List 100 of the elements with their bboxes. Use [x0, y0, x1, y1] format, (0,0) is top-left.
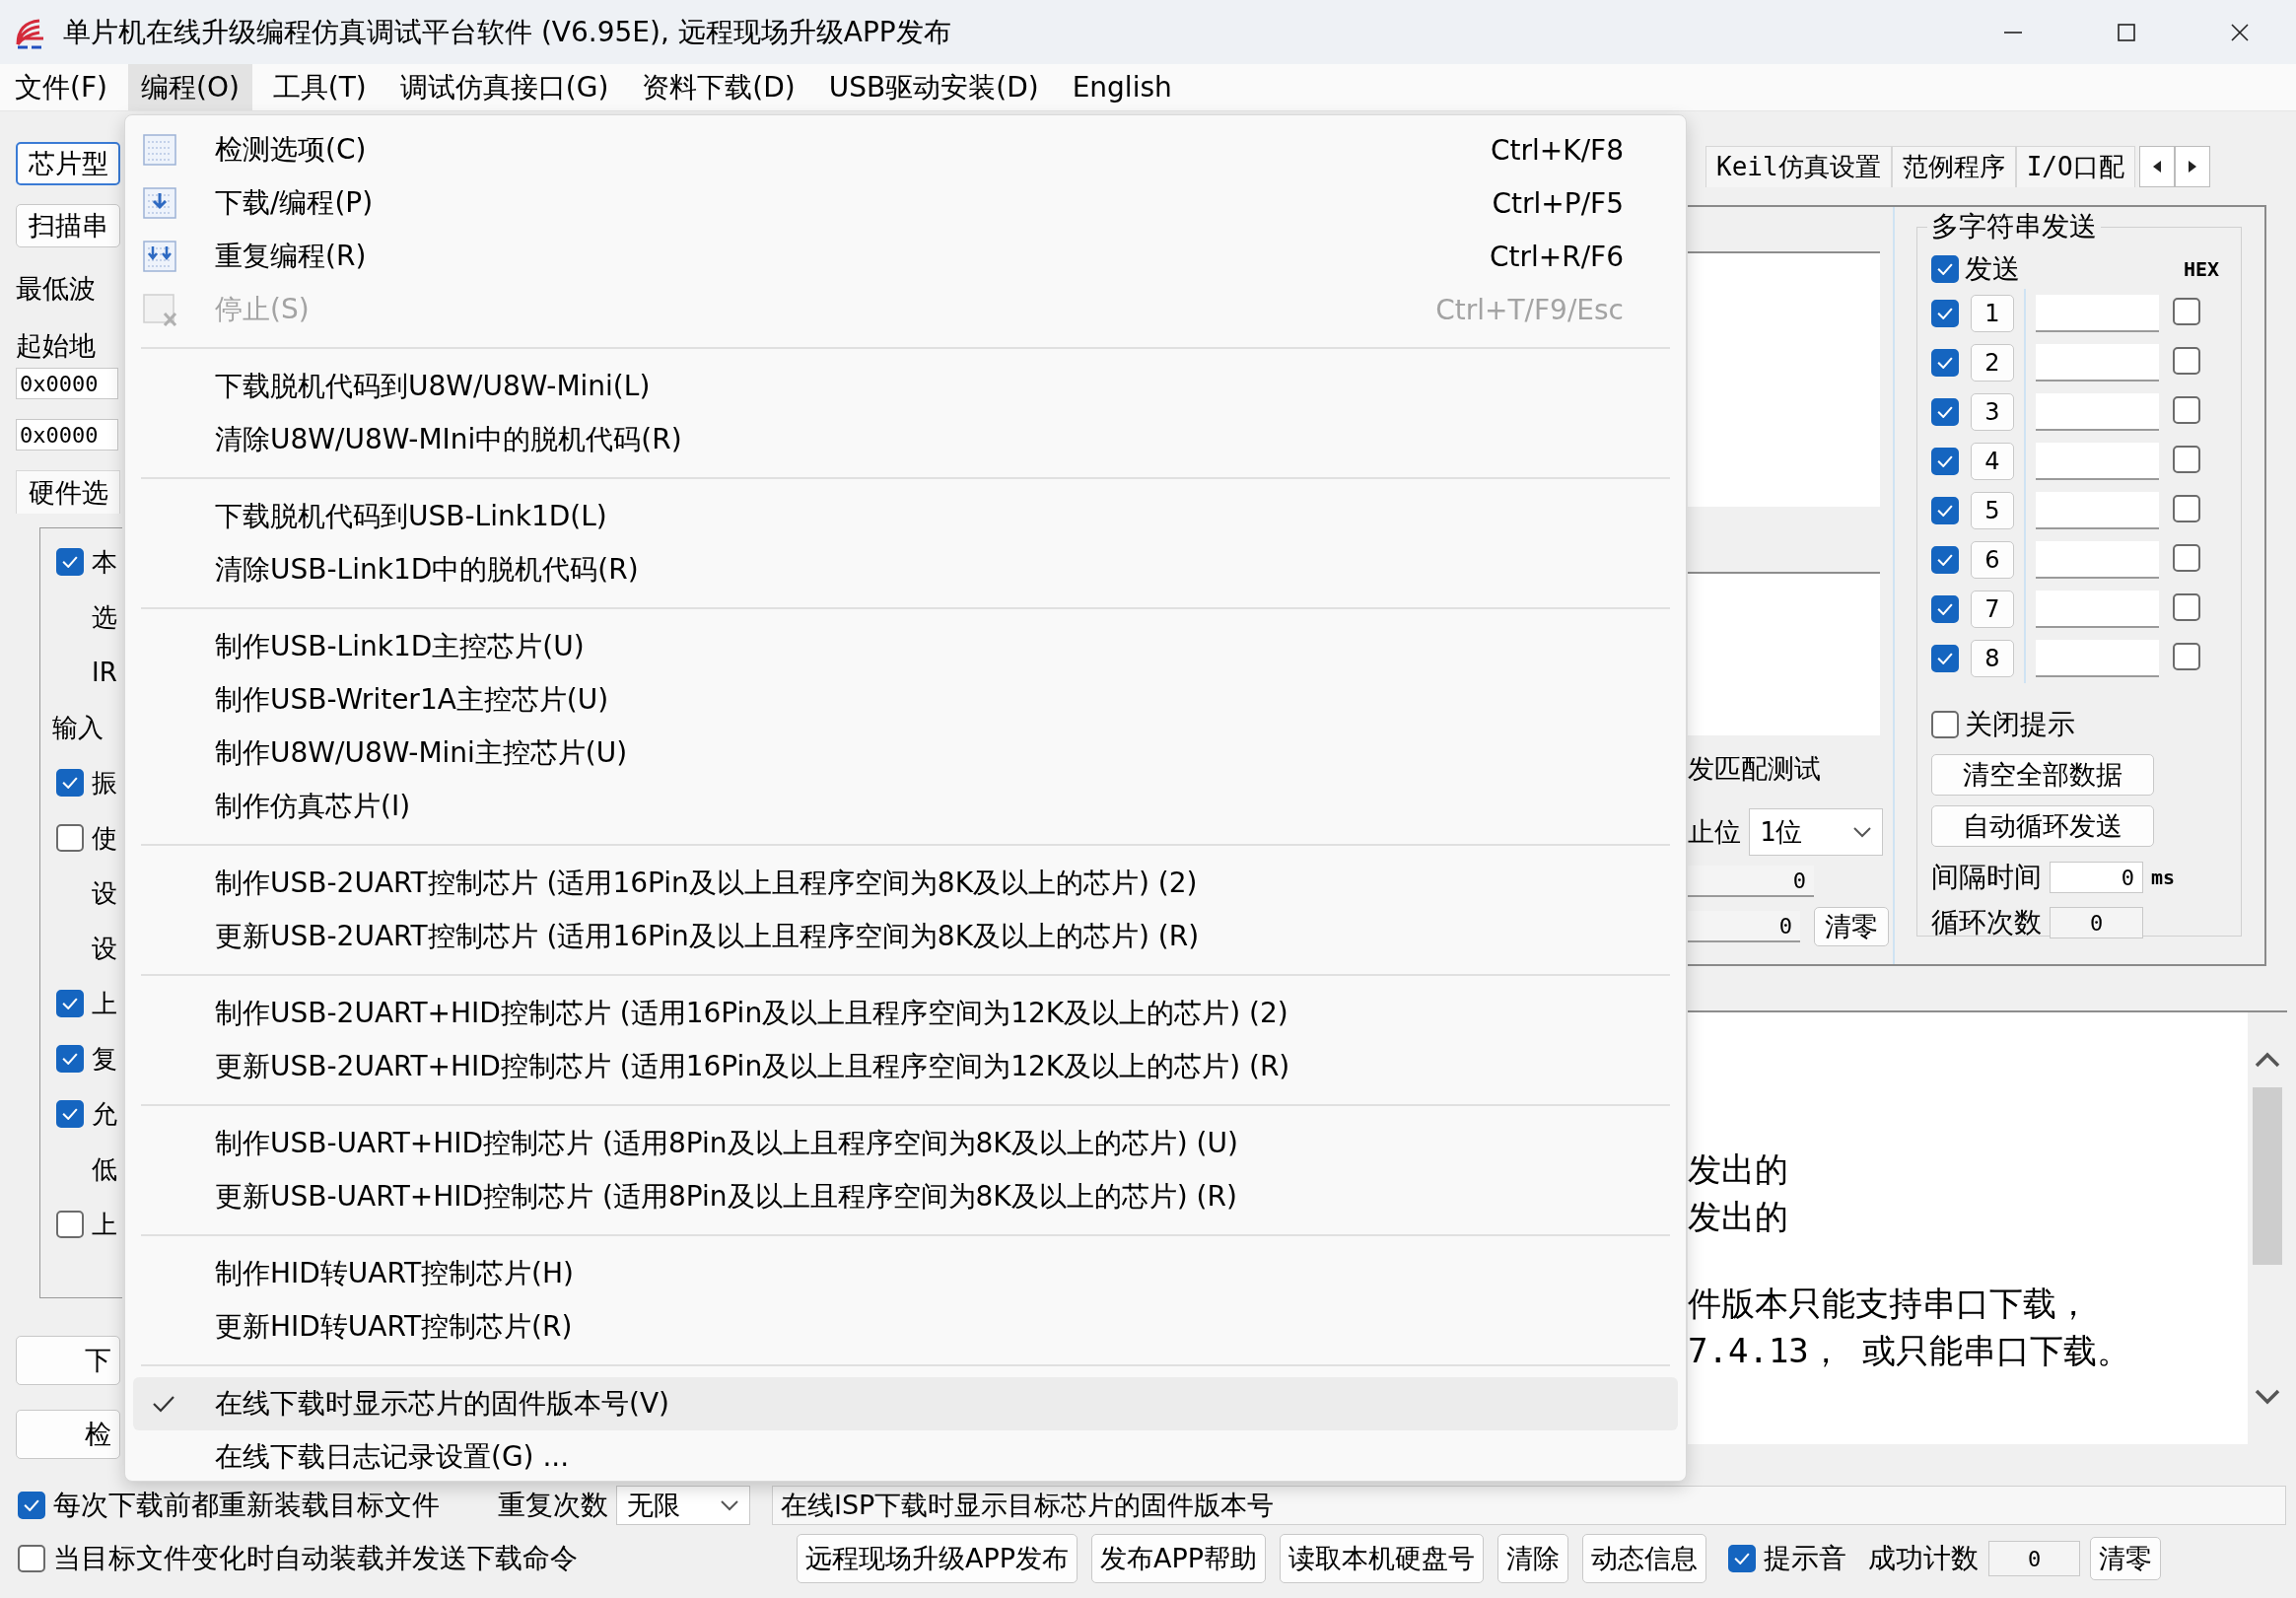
menu-item[interactable]: 更新USB-2UART+HID控制芯片 (适用16Pin及以上且程序空间为12K及以上的芯片) (R) — [133, 1040, 1678, 1093]
menu-item[interactable]: 下载脱机代码到U8W/U8W-Mini(L) — [133, 360, 1678, 413]
menu-item[interactable]: 制作仿真芯片(I) — [133, 780, 1678, 833]
button[interactable]: 远程现场升级APP发布 — [797, 1534, 1078, 1583]
button[interactable]: 清除 — [1497, 1534, 1569, 1583]
checkbox[interactable] — [2173, 593, 2200, 621]
menu-item[interactable]: 制作USB-UART+HID控制芯片 (适用8Pin及以上且程序空间为8K及以上的芯片) (U) — [133, 1117, 1678, 1170]
button[interactable]: 清空全部数据 — [1931, 754, 2154, 796]
checkbox[interactable] — [2173, 298, 2200, 325]
menu-item[interactable]: 制作USB-2UART控制芯片 (适用16Pin及以上且程序空间为8K及以上的芯片) (2) — [133, 857, 1678, 910]
send-button[interactable]: 8 — [1971, 640, 2014, 677]
button[interactable]: 下 — [16, 1336, 120, 1385]
menu-item[interactable]: 制作USB-Link1D主控芯片(U) — [133, 620, 1678, 673]
menu-bar-item[interactable]: 编程(O) — [127, 64, 252, 110]
button[interactable]: 扫描串 — [16, 204, 120, 247]
button[interactable]: 读取本机硬盘号 — [1280, 1534, 1485, 1583]
input-field[interactable] — [2036, 541, 2159, 579]
input-field[interactable] — [2036, 295, 2159, 332]
input-field[interactable] — [2036, 591, 2159, 628]
checkbox[interactable] — [2173, 495, 2200, 522]
checkbox[interactable] — [1931, 448, 1959, 475]
checkbox[interactable] — [56, 548, 84, 576]
input-field[interactable] — [2036, 443, 2159, 480]
button[interactable]: 发布APP帮助 — [1091, 1534, 1267, 1583]
checkbox[interactable] — [2173, 347, 2200, 375]
menu-bar-item[interactable]: 调试仿真接口(G) — [386, 64, 622, 110]
send-button[interactable]: 5 — [1971, 492, 2014, 529]
checkbox[interactable] — [1728, 1545, 1757, 1572]
checkbox[interactable] — [1931, 398, 1959, 426]
checkbox[interactable] — [2173, 643, 2200, 670]
checkbox[interactable] — [56, 1045, 84, 1073]
menu-item[interactable]: 制作USB-Writer1A主控芯片(U) — [133, 673, 1678, 727]
menu-item[interactable]: 更新HID转UART控制芯片(R) — [133, 1300, 1678, 1354]
checkbox[interactable] — [18, 1492, 45, 1519]
menu-bar-item[interactable]: English — [1059, 64, 1185, 110]
menu-item[interactable]: 更新USB-UART+HID控制芯片 (适用8Pin及以上且程序空间为8K及以上的芯片) (R) — [133, 1170, 1678, 1223]
send-button[interactable]: 3 — [1971, 393, 2014, 431]
checkbox[interactable] — [56, 1100, 84, 1128]
checkbox[interactable] — [2173, 544, 2200, 572]
send-button[interactable]: 6 — [1971, 541, 2014, 579]
send-button[interactable]: 2 — [1971, 344, 2014, 382]
menu-bar-item[interactable]: 文件(F) — [2, 64, 120, 110]
tab[interactable]: I/O口配 — [2015, 146, 2135, 187]
maximize-icon[interactable] — [2115, 21, 2137, 43]
menu-item[interactable]: 在线下载时显示芯片的固件版本号(V) — [133, 1377, 1678, 1430]
menu-item[interactable]: 制作USB-2UART+HID控制芯片 (适用16Pin及以上且程序空间为12K及以上的芯片) (2) — [133, 987, 1678, 1040]
send-button[interactable]: 7 — [1971, 591, 2014, 628]
scroll-down-icon[interactable] — [2255, 1389, 2280, 1405]
checkbox[interactable] — [56, 1211, 84, 1238]
dropdown[interactable]: 无限 — [616, 1486, 750, 1525]
tab-scroll-left-button[interactable] — [2138, 146, 2175, 187]
checkbox[interactable] — [2173, 446, 2200, 473]
input-field[interactable] — [2036, 492, 2159, 529]
checkbox[interactable] — [1931, 711, 1959, 738]
menu-bar-item[interactable]: 资料下载(D) — [629, 64, 808, 110]
button[interactable]: 动态信息 — [1582, 1534, 1707, 1583]
menu-item[interactable]: 在线下载日志记录设置(G) ... — [133, 1430, 1678, 1484]
checkbox[interactable] — [1931, 349, 1959, 377]
menu-bar-item[interactable]: USB驱动安装(D) — [815, 64, 1052, 110]
menu-item[interactable]: 更新USB-2UART控制芯片 (适用16Pin及以上且程序空间为8K及以上的芯片) (R) — [133, 910, 1678, 963]
close-icon[interactable] — [2228, 21, 2251, 43]
input-field[interactable]: 0 — [2050, 862, 2143, 893]
input-field[interactable] — [2036, 640, 2159, 677]
menu-item[interactable]: 清除U8W/U8W-MIni中的脱机代码(R) — [133, 413, 1678, 466]
dropdown[interactable]: 1位 — [1749, 808, 1883, 856]
menu-bar-item[interactable]: 工具(T) — [259, 64, 380, 110]
send-button[interactable]: 1 — [1971, 295, 2014, 332]
checkbox[interactable] — [18, 1545, 45, 1572]
checkbox[interactable] — [1931, 300, 1959, 327]
scrollbar-thumb[interactable] — [2253, 1087, 2282, 1265]
checkbox[interactable] — [2173, 396, 2200, 424]
send-button[interactable]: 4 — [1971, 443, 2014, 480]
button[interactable]: 自动循环发送 — [1931, 805, 2154, 847]
scroll-up-icon[interactable] — [2255, 1052, 2280, 1068]
menu-item[interactable]: 制作HID转UART控制芯片(H) — [133, 1247, 1678, 1300]
menu-item[interactable]: 清除USB-Link1D中的脱机代码(R) — [133, 543, 1678, 596]
checkbox[interactable] — [1931, 255, 1959, 283]
input-field[interactable]: 0x0000 — [16, 368, 118, 399]
menu-item[interactable]: 下载/编程(P) Ctrl+P/F5 — [133, 176, 1678, 230]
checkbox[interactable] — [56, 990, 84, 1017]
button[interactable]: 清零 — [1813, 907, 1889, 946]
menu-item[interactable]: 重复编程(R) Ctrl+R/F6 — [133, 230, 1678, 283]
checkbox[interactable] — [56, 824, 84, 852]
checkbox[interactable] — [1931, 546, 1959, 574]
menu-item[interactable]: 制作U8W/U8W-Mini主控芯片(U) — [133, 727, 1678, 780]
tab-scroll-right-button[interactable] — [2174, 146, 2210, 187]
checkbox[interactable] — [1931, 497, 1959, 524]
side-tab[interactable]: 硬件选 — [16, 470, 120, 514]
input-field[interactable]: 0x0000 — [16, 419, 118, 451]
menu-item[interactable]: 检测选项(C) Ctrl+K/F8 — [133, 123, 1678, 176]
button[interactable]: 芯片型 — [16, 142, 120, 185]
checkbox[interactable] — [56, 769, 84, 797]
tab[interactable]: 范例程序 — [1891, 146, 2016, 187]
button[interactable]: 检 — [16, 1410, 120, 1459]
checkbox[interactable] — [1931, 645, 1959, 672]
input-field[interactable] — [2036, 344, 2159, 382]
input-field[interactable] — [2036, 393, 2159, 431]
button[interactable]: 清零 — [2090, 1537, 2162, 1580]
tab[interactable]: Keil仿真设置 — [1705, 146, 1892, 187]
checkbox[interactable] — [1931, 595, 1959, 623]
